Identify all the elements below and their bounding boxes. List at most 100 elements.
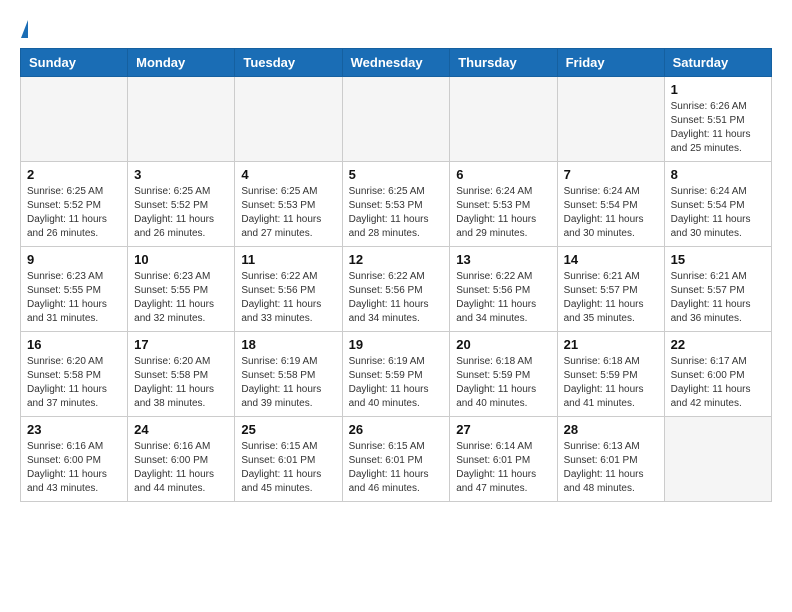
day-info: Sunrise: 6:22 AM Sunset: 5:56 PM Dayligh… <box>456 270 550 326</box>
day-info: Sunrise: 6:25 AM Sunset: 5:53 PM Dayligh… <box>349 185 444 241</box>
calendar: SundayMondayTuesdayWednesdayThursdayFrid… <box>20 48 772 502</box>
day-number: 12 <box>349 252 444 267</box>
day-cell <box>450 77 557 162</box>
logo-triangle-icon <box>21 20 28 38</box>
weekday-header-wednesday: Wednesday <box>342 49 450 77</box>
day-number: 5 <box>349 167 444 182</box>
day-info: Sunrise: 6:15 AM Sunset: 6:01 PM Dayligh… <box>349 440 444 496</box>
day-cell: 8 Sunrise: 6:24 AM Sunset: 5:54 PM Daylig… <box>664 162 771 247</box>
day-number: 4 <box>241 167 335 182</box>
weekday-header-tuesday: Tuesday <box>235 49 342 77</box>
day-info: Sunrise: 6:19 AM Sunset: 5:59 PM Dayligh… <box>349 355 444 411</box>
day-number: 8 <box>671 167 765 182</box>
day-info: Sunrise: 6:24 AM Sunset: 5:54 PM Dayligh… <box>671 185 765 241</box>
day-cell: 19 Sunrise: 6:19 AM Sunset: 5:59 PM Dayli… <box>342 332 450 417</box>
day-cell: 25 Sunrise: 6:15 AM Sunset: 6:01 PM Dayli… <box>235 417 342 502</box>
day-number: 2 <box>27 167 121 182</box>
day-cell <box>557 77 664 162</box>
day-number: 7 <box>564 167 658 182</box>
day-cell: 6 Sunrise: 6:24 AM Sunset: 5:53 PM Daylig… <box>450 162 557 247</box>
day-info: Sunrise: 6:25 AM Sunset: 5:53 PM Dayligh… <box>241 185 335 241</box>
week-row-3: 9 Sunrise: 6:23 AM Sunset: 5:55 PM Daylig… <box>21 247 772 332</box>
day-cell: 26 Sunrise: 6:15 AM Sunset: 6:01 PM Dayli… <box>342 417 450 502</box>
day-info: Sunrise: 6:14 AM Sunset: 6:01 PM Dayligh… <box>456 440 550 496</box>
weekday-header-saturday: Saturday <box>664 49 771 77</box>
day-cell <box>128 77 235 162</box>
day-cell: 27 Sunrise: 6:14 AM Sunset: 6:01 PM Dayli… <box>450 417 557 502</box>
day-cell: 28 Sunrise: 6:13 AM Sunset: 6:01 PM Dayli… <box>557 417 664 502</box>
day-number: 9 <box>27 252 121 267</box>
day-number: 18 <box>241 337 335 352</box>
day-info: Sunrise: 6:25 AM Sunset: 5:52 PM Dayligh… <box>27 185 121 241</box>
day-cell: 10 Sunrise: 6:23 AM Sunset: 5:55 PM Dayli… <box>128 247 235 332</box>
weekday-header-monday: Monday <box>128 49 235 77</box>
day-number: 13 <box>456 252 550 267</box>
logo <box>20 20 28 38</box>
day-number: 16 <box>27 337 121 352</box>
day-info: Sunrise: 6:21 AM Sunset: 5:57 PM Dayligh… <box>671 270 765 326</box>
day-cell: 21 Sunrise: 6:18 AM Sunset: 5:59 PM Dayli… <box>557 332 664 417</box>
week-row-5: 23 Sunrise: 6:16 AM Sunset: 6:00 PM Dayli… <box>21 417 772 502</box>
weekday-header-sunday: Sunday <box>21 49 128 77</box>
day-cell: 3 Sunrise: 6:25 AM Sunset: 5:52 PM Daylig… <box>128 162 235 247</box>
day-number: 20 <box>456 337 550 352</box>
day-cell: 20Sunrise: 6:18 AM Sunset: 5:59 PM Dayli… <box>450 332 557 417</box>
day-cell: 5 Sunrise: 6:25 AM Sunset: 5:53 PM Daylig… <box>342 162 450 247</box>
day-cell: 22 Sunrise: 6:17 AM Sunset: 6:00 PM Dayli… <box>664 332 771 417</box>
day-number: 21 <box>564 337 658 352</box>
day-cell: 7Sunrise: 6:24 AM Sunset: 5:54 PM Daylig… <box>557 162 664 247</box>
day-cell: 9 Sunrise: 6:23 AM Sunset: 5:55 PM Daylig… <box>21 247 128 332</box>
day-info: Sunrise: 6:15 AM Sunset: 6:01 PM Dayligh… <box>241 440 335 496</box>
day-cell: 1 Sunrise: 6:26 AM Sunset: 5:51 PM Daylig… <box>664 77 771 162</box>
day-number: 6 <box>456 167 550 182</box>
day-number: 11 <box>241 252 335 267</box>
day-number: 26 <box>349 422 444 437</box>
weekday-header-row: SundayMondayTuesdayWednesdayThursdayFrid… <box>21 49 772 77</box>
day-info: Sunrise: 6:13 AM Sunset: 6:01 PM Dayligh… <box>564 440 658 496</box>
week-row-1: 1 Sunrise: 6:26 AM Sunset: 5:51 PM Daylig… <box>21 77 772 162</box>
week-row-2: 2 Sunrise: 6:25 AM Sunset: 5:52 PM Daylig… <box>21 162 772 247</box>
day-info: Sunrise: 6:18 AM Sunset: 5:59 PM Dayligh… <box>564 355 658 411</box>
day-number: 25 <box>241 422 335 437</box>
day-cell <box>21 77 128 162</box>
day-cell: 17Sunrise: 6:20 AM Sunset: 5:58 PM Dayli… <box>128 332 235 417</box>
week-row-4: 16 Sunrise: 6:20 AM Sunset: 5:58 PM Dayli… <box>21 332 772 417</box>
day-info: Sunrise: 6:16 AM Sunset: 6:00 PM Dayligh… <box>134 440 228 496</box>
day-number: 23 <box>27 422 121 437</box>
day-cell <box>235 77 342 162</box>
day-info: Sunrise: 6:24 AM Sunset: 5:53 PM Dayligh… <box>456 185 550 241</box>
day-info: Sunrise: 6:20 AM Sunset: 5:58 PM Dayligh… <box>134 355 228 411</box>
day-cell: 24 Sunrise: 6:16 AM Sunset: 6:00 PM Dayli… <box>128 417 235 502</box>
day-number: 27 <box>456 422 550 437</box>
day-cell: 15 Sunrise: 6:21 AM Sunset: 5:57 PM Dayli… <box>664 247 771 332</box>
day-info: Sunrise: 6:17 AM Sunset: 6:00 PM Dayligh… <box>671 355 765 411</box>
day-info: Sunrise: 6:26 AM Sunset: 5:51 PM Dayligh… <box>671 100 765 156</box>
day-cell: 18 Sunrise: 6:19 AM Sunset: 5:58 PM Dayli… <box>235 332 342 417</box>
day-cell: 14Sunrise: 6:21 AM Sunset: 5:57 PM Dayli… <box>557 247 664 332</box>
day-cell: 12Sunrise: 6:22 AM Sunset: 5:56 PM Dayli… <box>342 247 450 332</box>
day-cell <box>342 77 450 162</box>
day-info: Sunrise: 6:22 AM Sunset: 5:56 PM Dayligh… <box>241 270 335 326</box>
day-info: Sunrise: 6:20 AM Sunset: 5:58 PM Dayligh… <box>27 355 121 411</box>
weekday-header-thursday: Thursday <box>450 49 557 77</box>
day-cell: 13 Sunrise: 6:22 AM Sunset: 5:56 PM Dayli… <box>450 247 557 332</box>
day-number: 3 <box>134 167 228 182</box>
day-number: 22 <box>671 337 765 352</box>
day-number: 19 <box>349 337 444 352</box>
day-cell: 2 Sunrise: 6:25 AM Sunset: 5:52 PM Daylig… <box>21 162 128 247</box>
day-number: 28 <box>564 422 658 437</box>
day-info: Sunrise: 6:19 AM Sunset: 5:58 PM Dayligh… <box>241 355 335 411</box>
day-number: 10 <box>134 252 228 267</box>
weekday-header-friday: Friday <box>557 49 664 77</box>
day-info: Sunrise: 6:23 AM Sunset: 5:55 PM Dayligh… <box>27 270 121 326</box>
day-number: 1 <box>671 82 765 97</box>
day-info: Sunrise: 6:16 AM Sunset: 6:00 PM Dayligh… <box>27 440 121 496</box>
day-cell <box>664 417 771 502</box>
day-info: Sunrise: 6:23 AM Sunset: 5:55 PM Dayligh… <box>134 270 228 326</box>
day-info: Sunrise: 6:25 AM Sunset: 5:52 PM Dayligh… <box>134 185 228 241</box>
day-cell: 4 Sunrise: 6:25 AM Sunset: 5:53 PM Daylig… <box>235 162 342 247</box>
header <box>20 20 772 38</box>
day-number: 24 <box>134 422 228 437</box>
day-number: 14 <box>564 252 658 267</box>
day-number: 15 <box>671 252 765 267</box>
